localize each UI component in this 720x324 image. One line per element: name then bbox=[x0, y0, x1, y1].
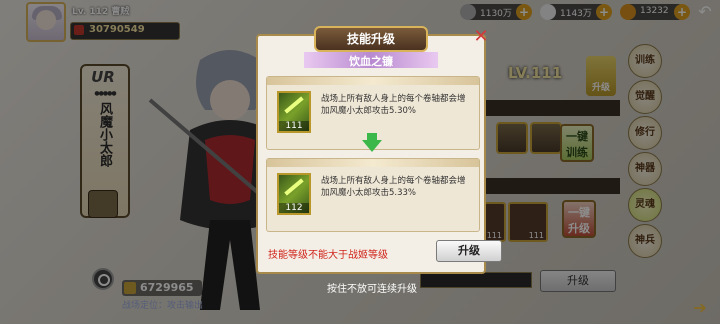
sickle-skill-icon: 112 bbox=[277, 173, 311, 215]
next-skill-desc: 战场上所有敌人身上的每个卷轴都会增加风魔小太郎攻击5.33% bbox=[321, 176, 466, 198]
upgrade-button[interactable]: 升级 bbox=[436, 240, 502, 262]
next-skill-card: 112 战场上所有敌人身上的每个卷轴都会增加风魔小太郎攻击5.33% bbox=[266, 158, 480, 232]
dialog-title: 技能升级 bbox=[346, 32, 395, 46]
sickle-skill-icon: 111 bbox=[277, 91, 311, 133]
hold-to-upgrade-hint: 按住不放可连续升级 bbox=[327, 284, 417, 295]
skill-upgrade-dialog: 技能升级 ✕ 饮血之镰 111 战场上所有敌人身上的每个卷轴都会增加风魔小太郎攻… bbox=[256, 26, 502, 274]
skill-name: 饮血之镰 bbox=[349, 55, 393, 68]
down-arrow-icon bbox=[362, 140, 382, 152]
skill-name-banner: 饮血之镰 bbox=[304, 52, 438, 68]
current-skill-desc: 战场上所有敌人身上的每个卷轴都会增加风魔小太郎攻击5.30% bbox=[321, 94, 466, 116]
level-limit-warning: 技能等级不能大于战姬等级 bbox=[268, 250, 388, 261]
close-icon[interactable]: ✕ bbox=[472, 28, 490, 46]
dialog-title-bar: 技能升级 bbox=[314, 26, 428, 52]
